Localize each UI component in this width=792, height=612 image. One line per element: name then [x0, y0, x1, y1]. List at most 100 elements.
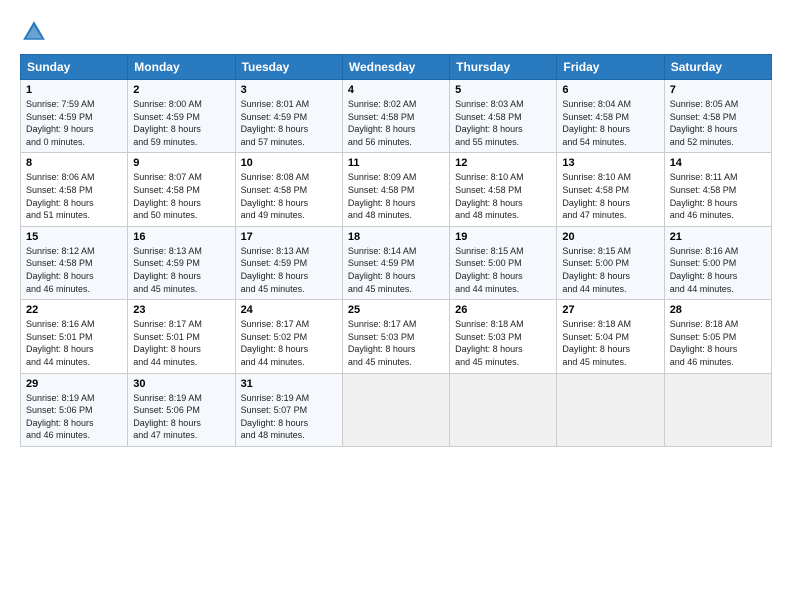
day-info: Sunrise: 8:12 AM Sunset: 4:58 PM Dayligh… — [26, 245, 122, 295]
day-info: Sunrise: 8:18 AM Sunset: 5:04 PM Dayligh… — [562, 318, 658, 368]
day-number: 18 — [348, 231, 444, 243]
day-info: Sunrise: 8:15 AM Sunset: 5:00 PM Dayligh… — [562, 245, 658, 295]
week-row-2: 8 Sunrise: 8:06 AM Sunset: 4:58 PM Daylig… — [21, 153, 772, 226]
day-number: 5 — [455, 84, 551, 96]
day-cell-17: 17Sunrise: 8:13 AM Sunset: 4:59 PM Dayli… — [235, 226, 342, 299]
weekday-header-monday: Monday — [128, 55, 235, 80]
day-info: Sunrise: 8:07 AM Sunset: 4:58 PM Dayligh… — [133, 171, 229, 221]
day-info: Sunrise: 8:17 AM Sunset: 5:02 PM Dayligh… — [241, 318, 337, 368]
weekday-header-row: SundayMondayTuesdayWednesdayThursdayFrid… — [21, 55, 772, 80]
day-cell-4: 4Sunrise: 8:02 AM Sunset: 4:58 PM Daylig… — [342, 80, 449, 153]
day-info: Sunrise: 8:06 AM Sunset: 4:58 PM Dayligh… — [26, 171, 122, 221]
weekday-header-tuesday: Tuesday — [235, 55, 342, 80]
week-row-4: 22 Sunrise: 8:16 AM Sunset: 5:01 PM Dayli… — [21, 300, 772, 373]
day-cell-25: 25 Sunrise: 8:17 AM Sunset: 5:03 PM Dayli… — [342, 300, 449, 373]
day-cell-20: 20 Sunrise: 8:15 AM Sunset: 5:00 PM Dayli… — [557, 226, 664, 299]
day-cell-2: 2 Sunrise: 8:00 AM Sunset: 4:59 PM Daylig… — [128, 80, 235, 153]
week-row-3: 15 Sunrise: 8:12 AM Sunset: 4:58 PM Dayli… — [21, 226, 772, 299]
day-info: Sunrise: 8:19 AM Sunset: 5:06 PM Dayligh… — [26, 392, 122, 442]
day-number: 21 — [670, 231, 766, 243]
day-cell-1: 1 Sunrise: 7:59 AM Sunset: 4:59 PM Daylig… — [21, 80, 128, 153]
day-number: 22 — [26, 304, 122, 316]
day-number: 10 — [241, 157, 337, 169]
calendar-table: SundayMondayTuesdayWednesdayThursdayFrid… — [20, 54, 772, 447]
day-info: Sunrise: 8:15 AM Sunset: 5:00 PM Dayligh… — [455, 245, 551, 295]
day-cell-16: 16Sunrise: 8:13 AM Sunset: 4:59 PM Dayli… — [128, 226, 235, 299]
day-cell-18: 18Sunrise: 8:14 AM Sunset: 4:59 PM Dayli… — [342, 226, 449, 299]
day-info: Sunrise: 8:00 AM Sunset: 4:59 PM Dayligh… — [133, 98, 229, 148]
day-number: 20 — [562, 231, 658, 243]
day-info: Sunrise: 8:13 AM Sunset: 4:59 PM Dayligh… — [133, 245, 229, 295]
day-info: Sunrise: 8:03 AM Sunset: 4:58 PM Dayligh… — [455, 98, 551, 148]
logo-icon — [20, 18, 48, 46]
day-cell-6: 6 Sunrise: 8:04 AM Sunset: 4:58 PM Daylig… — [557, 80, 664, 153]
day-info: Sunrise: 8:18 AM Sunset: 5:03 PM Dayligh… — [455, 318, 551, 368]
day-cell-15: 15 Sunrise: 8:12 AM Sunset: 4:58 PM Dayli… — [21, 226, 128, 299]
day-info: Sunrise: 8:13 AM Sunset: 4:59 PM Dayligh… — [241, 245, 337, 295]
day-cell-19: 19 Sunrise: 8:15 AM Sunset: 5:00 PM Dayli… — [450, 226, 557, 299]
day-cell-21: 21 Sunrise: 8:16 AM Sunset: 5:00 PM Dayli… — [664, 226, 771, 299]
day-number: 26 — [455, 304, 551, 316]
day-info: Sunrise: 8:01 AM Sunset: 4:59 PM Dayligh… — [241, 98, 337, 148]
day-number: 7 — [670, 84, 766, 96]
day-cell-27: 27 Sunrise: 8:18 AM Sunset: 5:04 PM Dayli… — [557, 300, 664, 373]
weekday-header-wednesday: Wednesday — [342, 55, 449, 80]
day-number: 12 — [455, 157, 551, 169]
day-info: Sunrise: 8:19 AM Sunset: 5:06 PM Dayligh… — [133, 392, 229, 442]
day-info: Sunrise: 7:59 AM Sunset: 4:59 PM Dayligh… — [26, 98, 122, 148]
day-cell-8: 8 Sunrise: 8:06 AM Sunset: 4:58 PM Daylig… — [21, 153, 128, 226]
day-info: Sunrise: 8:16 AM Sunset: 5:00 PM Dayligh… — [670, 245, 766, 295]
weekday-header-friday: Friday — [557, 55, 664, 80]
empty-cell — [450, 373, 557, 446]
day-cell-10: 10 Sunrise: 8:08 AM Sunset: 4:58 PM Dayli… — [235, 153, 342, 226]
day-number: 9 — [133, 157, 229, 169]
day-info: Sunrise: 8:19 AM Sunset: 5:07 PM Dayligh… — [241, 392, 337, 442]
empty-cell — [557, 373, 664, 446]
day-number: 8 — [26, 157, 122, 169]
week-row-1: 1 Sunrise: 7:59 AM Sunset: 4:59 PM Daylig… — [21, 80, 772, 153]
day-number: 31 — [241, 378, 337, 390]
day-cell-12: 12 Sunrise: 8:10 AM Sunset: 4:58 PM Dayli… — [450, 153, 557, 226]
day-number: 15 — [26, 231, 122, 243]
day-cell-22: 22 Sunrise: 8:16 AM Sunset: 5:01 PM Dayli… — [21, 300, 128, 373]
day-cell-13: 13Sunrise: 8:10 AM Sunset: 4:58 PM Dayli… — [557, 153, 664, 226]
day-cell-14: 14 Sunrise: 8:11 AM Sunset: 4:58 PM Dayli… — [664, 153, 771, 226]
day-cell-29: 29 Sunrise: 8:19 AM Sunset: 5:06 PM Dayli… — [21, 373, 128, 446]
day-number: 27 — [562, 304, 658, 316]
day-number: 2 — [133, 84, 229, 96]
day-number: 25 — [348, 304, 444, 316]
empty-cell — [342, 373, 449, 446]
day-number: 19 — [455, 231, 551, 243]
day-info: Sunrise: 8:08 AM Sunset: 4:58 PM Dayligh… — [241, 171, 337, 221]
day-number: 3 — [241, 84, 337, 96]
day-number: 29 — [26, 378, 122, 390]
day-cell-7: 7 Sunrise: 8:05 AM Sunset: 4:58 PM Daylig… — [664, 80, 771, 153]
day-cell-30: 30 Sunrise: 8:19 AM Sunset: 5:06 PM Dayli… — [128, 373, 235, 446]
day-info: Sunrise: 8:18 AM Sunset: 5:05 PM Dayligh… — [670, 318, 766, 368]
day-cell-5: 5 Sunrise: 8:03 AM Sunset: 4:58 PM Daylig… — [450, 80, 557, 153]
day-cell-11: 11Sunrise: 8:09 AM Sunset: 4:58 PM Dayli… — [342, 153, 449, 226]
week-row-5: 29 Sunrise: 8:19 AM Sunset: 5:06 PM Dayli… — [21, 373, 772, 446]
weekday-header-sunday: Sunday — [21, 55, 128, 80]
day-number: 1 — [26, 84, 122, 96]
day-cell-31: 31 Sunrise: 8:19 AM Sunset: 5:07 PM Dayli… — [235, 373, 342, 446]
day-info: Sunrise: 8:04 AM Sunset: 4:58 PM Dayligh… — [562, 98, 658, 148]
day-info: Sunrise: 8:05 AM Sunset: 4:58 PM Dayligh… — [670, 98, 766, 148]
day-number: 6 — [562, 84, 658, 96]
day-info: Sunrise: 8:16 AM Sunset: 5:01 PM Dayligh… — [26, 318, 122, 368]
day-number: 14 — [670, 157, 766, 169]
day-info: Sunrise: 8:17 AM Sunset: 5:03 PM Dayligh… — [348, 318, 444, 368]
day-info: Sunrise: 8:02 AM Sunset: 4:58 PM Dayligh… — [348, 98, 444, 148]
weekday-header-thursday: Thursday — [450, 55, 557, 80]
day-number: 24 — [241, 304, 337, 316]
day-info: Sunrise: 8:09 AM Sunset: 4:58 PM Dayligh… — [348, 171, 444, 221]
day-info: Sunrise: 8:11 AM Sunset: 4:58 PM Dayligh… — [670, 171, 766, 221]
day-cell-3: 3 Sunrise: 8:01 AM Sunset: 4:59 PM Daylig… — [235, 80, 342, 153]
day-cell-23: 23Sunrise: 8:17 AM Sunset: 5:01 PM Dayli… — [128, 300, 235, 373]
day-cell-24: 24 Sunrise: 8:17 AM Sunset: 5:02 PM Dayli… — [235, 300, 342, 373]
day-info: Sunrise: 8:10 AM Sunset: 4:58 PM Dayligh… — [455, 171, 551, 221]
calendar-page: SundayMondayTuesdayWednesdayThursdayFrid… — [0, 0, 792, 612]
header-area — [20, 18, 772, 46]
day-number: 30 — [133, 378, 229, 390]
weekday-header-saturday: Saturday — [664, 55, 771, 80]
